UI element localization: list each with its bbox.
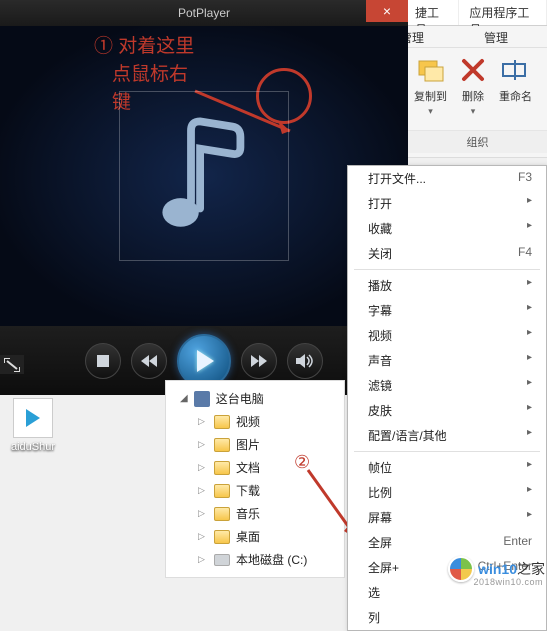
tree-root-label: 这台电脑	[216, 390, 264, 407]
menu-item-label: 滤镜	[368, 377, 392, 394]
tree-item-label: 音乐	[236, 505, 260, 522]
desktop-shortcut-icon	[13, 398, 53, 438]
menu-item-shortcut: F4	[518, 245, 532, 262]
ribbon-tab-tools[interactable]: 捷工具	[405, 0, 459, 25]
ribbon-rename[interactable]: 重命名	[497, 52, 534, 106]
menu-item-label: 字幕	[368, 302, 392, 319]
menu-item-label: 全屏	[368, 534, 392, 551]
copy-to-icon	[415, 54, 447, 86]
folder-icon	[214, 484, 230, 498]
menu-item-label: 播放	[368, 277, 392, 294]
menu-item-shortcut: F3	[518, 170, 532, 187]
menu-item[interactable]: 帧位	[348, 455, 546, 480]
menu-item[interactable]: 配置/语言/其他	[348, 423, 546, 448]
tree-item-4[interactable]: ▷音乐	[196, 502, 340, 525]
fullscreen-toggle-icon[interactable]	[0, 355, 24, 374]
menu-item[interactable]: 播放	[348, 273, 546, 298]
volume-button[interactable]	[287, 343, 323, 379]
tree-item-5[interactable]: ▷桌面	[196, 525, 340, 548]
tree-this-pc[interactable]: ◢ 这台电脑	[178, 387, 340, 410]
menu-item-label: 皮肤	[368, 402, 392, 419]
menu-item[interactable]: 全屏 Enter	[348, 530, 546, 555]
explorer-tree: ◢ 这台电脑 ▷视频▷图片▷文档▷下载▷音乐▷桌面▷本地磁盘 (C:)	[165, 380, 345, 578]
menu-item-label: 关闭	[368, 245, 392, 262]
stop-button[interactable]	[85, 343, 121, 379]
menu-item[interactable]: 打开	[348, 191, 546, 216]
tree-item-2[interactable]: ▷文档	[196, 456, 340, 479]
menu-item-label: 配置/语言/其他	[368, 427, 447, 444]
folder-icon	[214, 438, 230, 452]
menu-separator	[354, 269, 540, 270]
ribbon-rename-label: 重命名	[499, 88, 532, 104]
tree-item-label: 本地磁盘 (C:)	[236, 551, 307, 568]
annotation-2: ②	[294, 452, 310, 473]
delete-icon	[457, 54, 489, 86]
desktop-shortcut-label: aiduShur	[4, 441, 62, 453]
ribbon-tab-apps[interactable]: 应用程序工具	[459, 0, 547, 25]
next-button[interactable]	[241, 343, 277, 379]
tree-item-3[interactable]: ▷下载	[196, 479, 340, 502]
ribbon-copyto[interactable]: 复制到 ▾	[412, 52, 449, 119]
ribbon-delete[interactable]: 删除 ▾	[455, 52, 491, 119]
menu-item[interactable]: 声音	[348, 348, 546, 373]
tree-item-6[interactable]: ▷本地磁盘 (C:)	[196, 548, 340, 571]
folder-icon	[214, 415, 230, 429]
menu-item-label: 选	[368, 584, 380, 601]
menu-item[interactable]: 比例	[348, 480, 546, 505]
menu-item[interactable]: 列	[348, 605, 546, 630]
menu-item-label: 列	[368, 609, 380, 626]
album-art-placeholder	[119, 91, 289, 261]
tree-item-label: 文档	[236, 459, 260, 476]
tree-item-0[interactable]: ▷视频	[196, 410, 340, 433]
desktop-shortcut[interactable]: aiduShur	[4, 398, 62, 453]
menu-item[interactable]: 滤镜	[348, 373, 546, 398]
menu-item[interactable]: 打开文件... F3	[348, 166, 546, 191]
annotation-1-line1: ① 对着这里	[94, 34, 194, 61]
ribbon-delete-label: 删除	[462, 88, 484, 104]
tree-item-label: 下载	[236, 482, 260, 499]
menu-item[interactable]: 关闭 F4	[348, 241, 546, 266]
folder-icon	[214, 507, 230, 521]
prev-button[interactable]	[131, 343, 167, 379]
disk-icon	[214, 554, 230, 566]
menu-item-label: 帧位	[368, 459, 392, 476]
menu-item-label: 收藏	[368, 220, 392, 237]
menu-item[interactable]: 字幕	[348, 298, 546, 323]
menu-item[interactable]: 收藏	[348, 216, 546, 241]
tree-item-label: 视频	[236, 413, 260, 430]
menu-item[interactable]: 视频	[348, 323, 546, 348]
menu-item-label: 比例	[368, 484, 392, 501]
menu-item-label: 全屏+	[368, 559, 399, 576]
music-note-icon	[149, 111, 259, 241]
menu-item[interactable]: 屏幕	[348, 505, 546, 530]
watermark-text: win10之家	[478, 559, 545, 579]
folder-icon	[214, 530, 230, 544]
potplayer-titlebar[interactable]: PotPlayer ×	[0, 0, 408, 26]
computer-icon	[194, 391, 210, 407]
menu-item-label: 视频	[368, 327, 392, 344]
menu-separator	[354, 451, 540, 452]
annotation-1-line2: 点鼠标右	[112, 62, 188, 89]
tree-item-label: 桌面	[236, 528, 260, 545]
ribbon-group-organize: 组织	[408, 130, 547, 153]
menu-item-label: 屏幕	[368, 509, 392, 526]
ribbon-copyto-label: 复制到	[414, 88, 447, 104]
rename-icon	[500, 54, 532, 86]
potplayer-title: PotPlayer	[178, 6, 230, 20]
watermark-logo-icon	[448, 556, 474, 582]
folder-icon	[214, 461, 230, 475]
ribbon-subtab-manage2[interactable]: 管理	[454, 26, 538, 47]
menu-item[interactable]: 皮肤	[348, 398, 546, 423]
tree-item-label: 图片	[236, 436, 260, 453]
menu-item-label: 打开文件...	[368, 170, 426, 187]
menu-item-label: 声音	[368, 352, 392, 369]
tree-item-1[interactable]: ▷图片	[196, 433, 340, 456]
close-button[interactable]: ×	[366, 0, 408, 22]
menu-item-label: 打开	[368, 195, 392, 212]
menu-item-shortcut: Enter	[503, 534, 532, 551]
